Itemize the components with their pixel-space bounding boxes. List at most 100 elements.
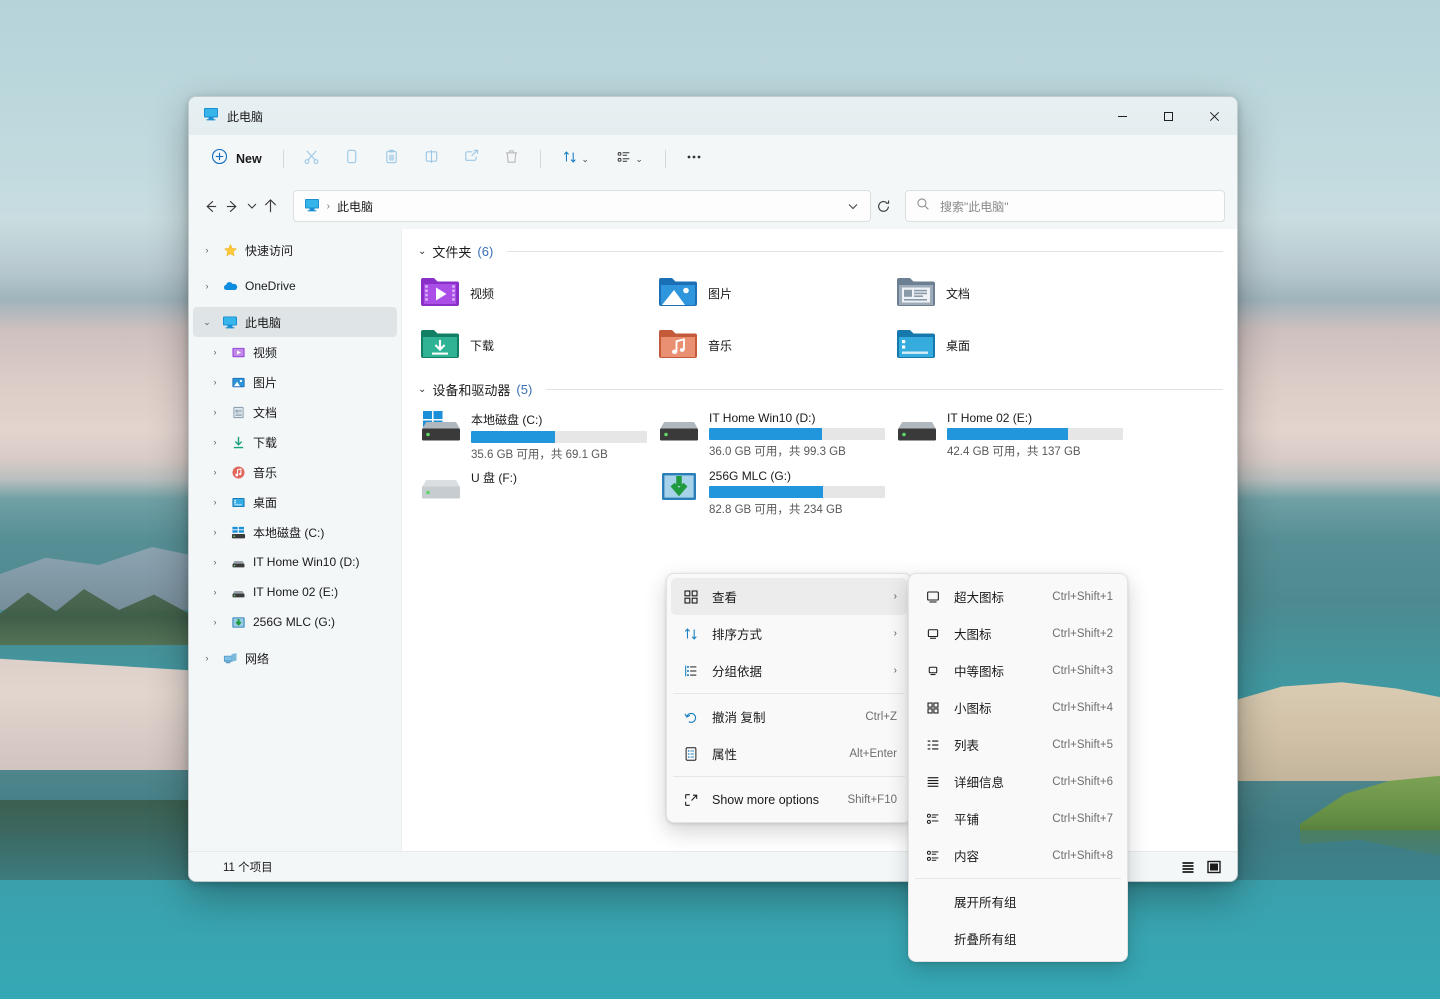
chevron-right-icon-drive-g[interactable]: › [207, 617, 223, 627]
view-submenu-item-content[interactable]: 内容 Ctrl+Shift+8 [913, 837, 1123, 874]
breadcrumb[interactable]: › 此电脑 [304, 197, 373, 216]
cut-button[interactable] [293, 143, 331, 175]
drive-icon-d-tile [658, 409, 700, 463]
address-bar-row: › 此电脑 [189, 183, 1237, 229]
chevron-down-icon-drives[interactable]: ⌄ [418, 384, 426, 395]
copy-button[interactable] [333, 143, 371, 175]
context-menu-item-sort-by[interactable]: 排序方式 › [671, 615, 907, 652]
sidebar-label-videos: 视频 [253, 344, 277, 361]
context-menu-item-properties[interactable]: 属性 Alt+Enter [671, 735, 907, 772]
this-pc-icon-sidebar [221, 313, 239, 331]
minimize-button[interactable] [1099, 97, 1145, 135]
sidebar-item-drive-g[interactable]: › 256G MLC (G:) [193, 607, 397, 637]
sidebar-item-this-pc[interactable]: ⌄ 此电脑 [193, 307, 397, 337]
sidebar-item-onedrive[interactable]: › OneDrive [193, 271, 397, 301]
delete-button[interactable] [493, 143, 531, 175]
sidebar-item-downloads[interactable]: › 下载 [193, 427, 397, 457]
paste-button[interactable] [373, 143, 411, 175]
more-options-button[interactable] [675, 143, 713, 175]
context-menu: 查看 › 排序方式 › [666, 573, 912, 823]
view-options-button[interactable]: ⌄ [604, 143, 656, 175]
address-dropdown-button[interactable] [840, 193, 866, 219]
drive-item-g[interactable]: 256G MLC (G:) 82.8 GB 可用，共 234 GB [652, 463, 890, 521]
view-submenu-item-medium-icons[interactable]: 中等图标 Ctrl+Shift+3 [913, 652, 1123, 689]
view-submenu-accel-list: Ctrl+Shift+5 [1052, 739, 1113, 751]
sidebar-item-drive-e[interactable]: › IT Home 02 (E:) [193, 577, 397, 607]
folder-item-documents[interactable]: 文档 [890, 267, 1128, 319]
sidebar-item-local-disk-c[interactable]: › 本地磁盘 (C:) [193, 517, 397, 547]
view-submenu-label-small-icons: 小图标 [954, 698, 1040, 717]
back-button[interactable] [201, 190, 221, 222]
folder-item-videos[interactable]: 视频 [414, 267, 652, 319]
chevron-right-icon-videos[interactable]: › [207, 347, 223, 357]
view-submenu-item-collapse-all-groups[interactable]: 折叠所有组 [913, 920, 1123, 957]
folder-label-desktop: 桌面 [946, 337, 970, 354]
new-button[interactable]: New [203, 143, 274, 175]
search-input[interactable]: 搜索"此电脑" [940, 198, 1009, 215]
view-submenu-item-list[interactable]: 列表 Ctrl+Shift+5 [913, 726, 1123, 763]
view-submenu-item-small-icons[interactable]: 小图标 Ctrl+Shift+4 [913, 689, 1123, 726]
drives-group-header[interactable]: ⌄ 设备和驱动器 (5) [402, 377, 1237, 401]
folder-item-downloads[interactable]: 下载 [414, 319, 652, 371]
up-button[interactable] [261, 190, 281, 222]
refresh-button[interactable] [875, 190, 893, 222]
drive-item-c[interactable]: 本地磁盘 (C:) 35.6 GB 可用，共 69.1 GB [414, 405, 652, 463]
folder-label-documents: 文档 [946, 285, 970, 302]
recent-locations-button[interactable] [244, 190, 259, 222]
folders-group-rule [507, 251, 1223, 252]
folder-item-desktop[interactable]: 桌面 [890, 319, 1128, 371]
chevron-right-icon-downloads[interactable]: › [207, 437, 223, 447]
forward-button[interactable] [223, 190, 243, 222]
view-submenu-accel-content: Ctrl+Shift+8 [1052, 850, 1113, 862]
maximize-button[interactable] [1145, 97, 1191, 135]
chevron-right-icon-network[interactable]: › [199, 653, 215, 663]
chevron-right-icon-onedrive[interactable]: › [199, 281, 215, 291]
share-button[interactable] [453, 143, 491, 175]
close-button[interactable] [1191, 97, 1237, 135]
chevron-right-icon-pictures[interactable]: › [207, 377, 223, 387]
sidebar-item-videos[interactable]: › 视频 [193, 337, 397, 367]
sidebar-item-network[interactable]: › 网络 [193, 643, 397, 673]
view-submenu-item-details[interactable]: 详细信息 Ctrl+Shift+6 [913, 763, 1123, 800]
chevron-right-icon-desktop[interactable]: › [207, 497, 223, 507]
chevron-down-icon-folders[interactable]: ⌄ [418, 246, 426, 257]
sort-button[interactable]: ⌄ [550, 143, 602, 175]
view-submenu-item-extra-large-icons[interactable]: 超大图标 Ctrl+Shift+1 [913, 578, 1123, 615]
sidebar-item-music[interactable]: › 音乐 [193, 457, 397, 487]
chevron-right-icon-drive-d[interactable]: › [207, 557, 223, 567]
chevron-right-icon[interactable]: › [199, 245, 215, 255]
context-menu-item-show-more-options[interactable]: Show more options Shift+F10 [671, 781, 907, 818]
view-submenu-divider [915, 878, 1121, 879]
sidebar-item-pictures[interactable]: › 图片 [193, 367, 397, 397]
sidebar-label-network: 网络 [245, 650, 269, 667]
context-menu-item-view[interactable]: 查看 › [671, 578, 907, 615]
view-submenu-item-expand-all-groups[interactable]: 展开所有组 [913, 883, 1123, 920]
view-submenu-item-tiles[interactable]: 平铺 Ctrl+Shift+7 [913, 800, 1123, 837]
chevron-right-icon-documents[interactable]: › [207, 407, 223, 417]
chevron-right-icon-drive-e[interactable]: › [207, 587, 223, 597]
sidebar-item-quick-access[interactable]: › 快速访问 [193, 235, 397, 265]
details-view-toggle[interactable] [1175, 855, 1201, 879]
chevron-right-icon-music[interactable]: › [207, 467, 223, 477]
search-box[interactable]: 搜索"此电脑" [905, 190, 1225, 222]
sidebar-item-drive-d[interactable]: › IT Home Win10 (D:) [193, 547, 397, 577]
folder-item-music[interactable]: 音乐 [652, 319, 890, 371]
drive-info-g: 256G MLC (G:) 82.8 GB 可用，共 234 GB [709, 467, 885, 521]
folder-item-pictures[interactable]: 图片 [652, 267, 890, 319]
address-path-box[interactable]: › 此电脑 [293, 190, 871, 222]
context-menu-item-undo-copy[interactable]: 撤消 复制 Ctrl+Z [671, 698, 907, 735]
window-controls [1099, 97, 1237, 135]
drive-item-d[interactable]: IT Home Win10 (D:) 36.0 GB 可用，共 99.3 GB [652, 405, 890, 463]
sidebar-item-documents[interactable]: › 文档 [193, 397, 397, 427]
drive-item-e[interactable]: IT Home 02 (E:) 42.4 GB 可用，共 137 GB [890, 405, 1128, 463]
sidebar-label-drive-e: IT Home 02 (E:) [253, 585, 338, 599]
large-icons-view-toggle[interactable] [1201, 855, 1227, 879]
sidebar-item-desktop[interactable]: › 桌面 [193, 487, 397, 517]
view-submenu-item-large-icons[interactable]: 大图标 Ctrl+Shift+2 [913, 615, 1123, 652]
drive-item-f[interactable]: U 盘 (F:) [414, 463, 652, 521]
chevron-right-icon-disk-c[interactable]: › [207, 527, 223, 537]
chevron-down-icon-this-pc[interactable]: ⌄ [199, 317, 215, 328]
context-menu-item-group-by[interactable]: 分组依据 › [671, 652, 907, 689]
rename-button[interactable] [413, 143, 451, 175]
folders-group-header[interactable]: ⌄ 文件夹 (6) [402, 239, 1237, 263]
